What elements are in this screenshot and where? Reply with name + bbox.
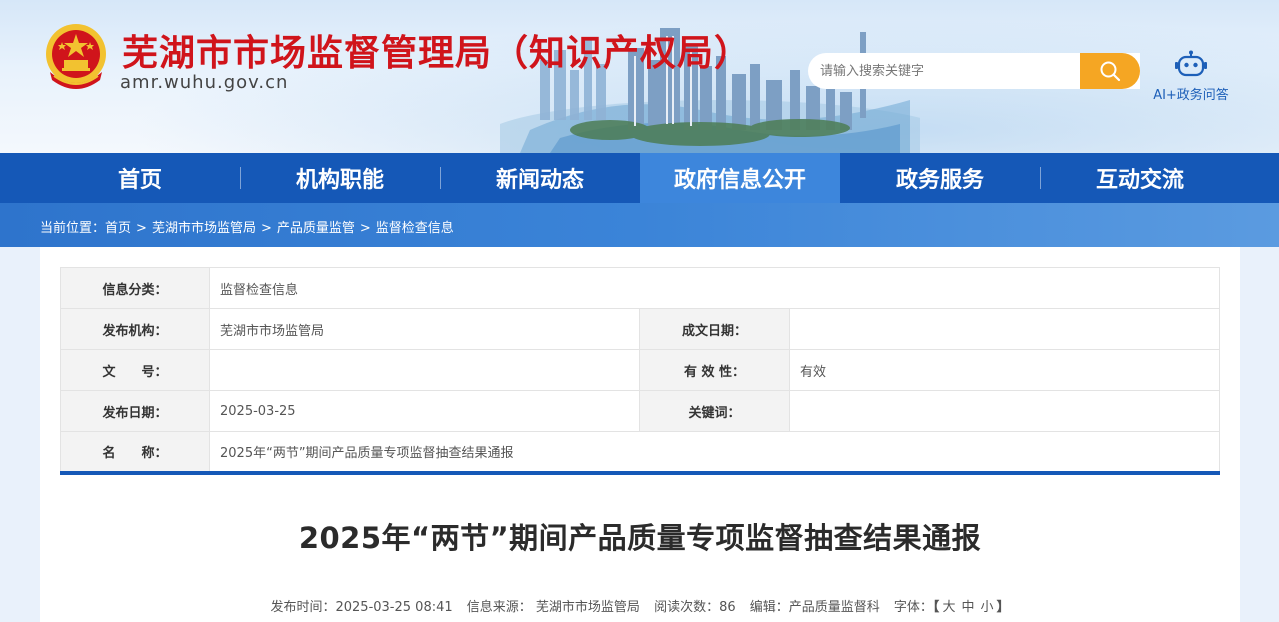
- table-row: 文 号： 有 效 性： 有效: [60, 349, 1220, 391]
- nav-item-gov-info[interactable]: 政府信息公开: [640, 153, 840, 203]
- publish-date-label: 发布日期：: [60, 390, 210, 432]
- nav-item-news[interactable]: 新闻动态: [440, 153, 640, 203]
- ai-assistant-label: AI+政务问答: [1153, 88, 1229, 103]
- doc-name-value: 2025年“两节”期间产品质量专项监督抽查结果通报: [209, 431, 1220, 473]
- keywords-label: 关键词：: [639, 390, 790, 432]
- doc-number-value: [209, 349, 640, 391]
- doc-name-label: 名 称：: [60, 431, 210, 473]
- nav-item-home[interactable]: 首页: [40, 153, 240, 203]
- font-size-large[interactable]: 大: [942, 600, 955, 615]
- breadcrumb-separator: >: [260, 221, 272, 236]
- category-label: 信息分类：: [60, 267, 210, 309]
- content-panel: 信息分类： 监督检查信息 发布机构： 芜湖市市场监管局 成文日期： 文 号： 有…: [40, 247, 1240, 622]
- publish-date-value: 2025-03-25: [209, 390, 640, 432]
- breadcrumb-separator: >: [359, 221, 371, 236]
- font-bracket-close: 】: [996, 600, 1010, 615]
- nav-item-services[interactable]: 政务服务: [840, 153, 1040, 203]
- document-info-table: 信息分类： 监督检查信息 发布机构： 芜湖市市场监管局 成文日期： 文 号： 有…: [60, 267, 1220, 475]
- keywords-value: [789, 390, 1220, 432]
- font-size-medium[interactable]: 中: [961, 600, 974, 615]
- font-bracket-open: 【: [932, 600, 940, 615]
- breadcrumb-inspection[interactable]: 监督检查信息: [376, 221, 454, 236]
- created-date-label: 成文日期：: [639, 308, 790, 350]
- search-box: [808, 53, 1140, 89]
- search-input[interactable]: [820, 54, 1092, 88]
- table-row: 名 称： 2025年“两节”期间产品质量专项监督抽查结果通报: [60, 431, 1220, 473]
- breadcrumb-home[interactable]: 首页: [105, 221, 131, 236]
- nav-item-functions[interactable]: 机构职能: [240, 153, 440, 203]
- created-date-value: [789, 308, 1220, 350]
- validity-value: 有效: [789, 349, 1220, 391]
- font-size-label: 字体：: [893, 600, 933, 615]
- search-button[interactable]: [1080, 53, 1140, 89]
- publish-time: 发布时间：2025-03-25 08:41: [270, 600, 453, 615]
- breadcrumb-separator: >: [136, 221, 147, 236]
- font-size-control: 字体：【大中小】: [894, 600, 1010, 615]
- ai-assistant-button[interactable]: AI+政务问答: [1146, 50, 1236, 103]
- breadcrumb-prefix: 当前位置：: [40, 221, 106, 236]
- main-nav: 首页 机构职能 新闻动态 政府信息公开 政务服务 互动交流: [0, 153, 1279, 203]
- breadcrumb-quality[interactable]: 产品质量监管: [277, 221, 355, 236]
- breadcrumb-bureau[interactable]: 芜湖市市场监管局: [152, 221, 256, 236]
- validity-label: 有 效 性：: [639, 349, 790, 391]
- table-row: 信息分类： 监督检查信息: [60, 267, 1220, 309]
- site-title: 芜湖市市场监督管理局（知识产权局）: [122, 33, 752, 74]
- view-count: 阅读次数：86: [654, 600, 736, 615]
- breadcrumb-bar: 当前位置：首页 > 芜湖市市场监管局 > 产品质量监管 > 监督检查信息: [0, 203, 1279, 247]
- breadcrumb: 当前位置：首页 > 芜湖市市场监管局 > 产品质量监管 > 监督检查信息: [40, 217, 454, 236]
- search-icon: [1100, 61, 1121, 82]
- publisher-label: 发布机构：: [60, 308, 210, 350]
- category-value: 监督检查信息: [209, 267, 1220, 309]
- national-emblem-logo: [46, 24, 106, 89]
- info-source: 信息来源： 芜湖市市场监管局: [466, 600, 640, 615]
- font-size-small[interactable]: 小: [980, 600, 993, 615]
- site-domain: amr.wuhu.gov.cn: [120, 72, 289, 93]
- article-title: 2025年“两节”期间产品质量专项监督抽查结果通报: [298, 521, 982, 555]
- nav-item-interaction[interactable]: 互动交流: [1040, 153, 1240, 203]
- robot-icon: [1175, 50, 1207, 77]
- publisher-value: 芜湖市市场监管局: [209, 308, 640, 350]
- article-meta: 发布时间：2025-03-25 08:41 信息来源： 芜湖市市场监管局 阅读次…: [40, 596, 1240, 615]
- site-header: 芜湖市市场监督管理局（知识产权局） amr.wuhu.gov.cn AI+政务问…: [0, 0, 1279, 153]
- editor: 编辑：产品质量监督科: [749, 600, 880, 615]
- doc-number-label: 文 号：: [60, 349, 210, 391]
- table-row: 发布机构： 芜湖市市场监管局 成文日期：: [60, 308, 1220, 350]
- table-row: 发布日期： 2025-03-25 关键词：: [60, 390, 1220, 432]
